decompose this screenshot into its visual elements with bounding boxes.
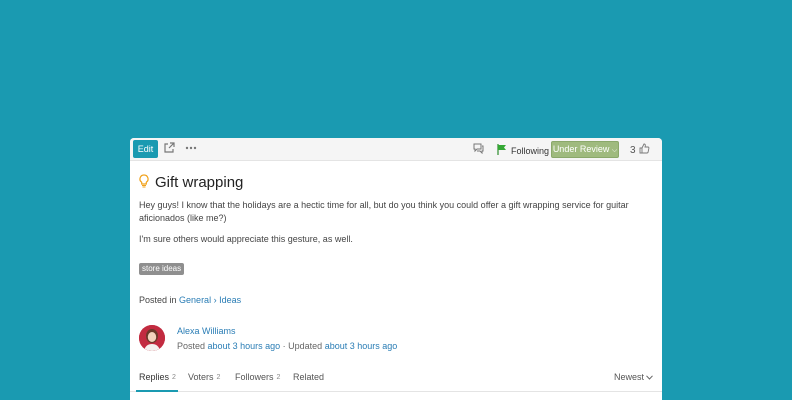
edit-button[interactable]: Edit (133, 140, 158, 158)
tag-store-ideas[interactable]: store ideas (139, 263, 185, 275)
more-options-icon[interactable] (184, 142, 200, 158)
updated-time[interactable]: about 3 hours ago (325, 341, 398, 351)
tab-count: 2 (276, 373, 281, 381)
sort-label: Newest (613, 372, 644, 382)
follow-toggle[interactable]: Following (496, 144, 549, 157)
tab-replies[interactable]: Replies 2 (139, 372, 176, 382)
thumbs-up-icon (639, 143, 650, 157)
tab-label: Related (293, 372, 325, 382)
active-tab-indicator (136, 390, 178, 392)
author-name[interactable]: Alexa Williams (177, 326, 236, 336)
category-link[interactable]: General (179, 295, 211, 305)
chevron-down-icon: ⌵ (611, 147, 618, 154)
posted-in-label: Posted in (139, 295, 177, 305)
tab-label: Voters (188, 372, 214, 382)
post-body: Hey guys! I know that the holidays are a… (139, 199, 639, 252)
idea-card: Edit Following Under Review ⌵ 3 Gift wra… (130, 138, 662, 400)
tab-label: Followers (235, 372, 274, 382)
posted-time[interactable]: about 3 hours ago (208, 341, 281, 351)
flag-icon (496, 144, 508, 157)
tab-count: 2 (216, 373, 221, 381)
status-dropdown[interactable]: Under Review ⌵ (551, 141, 619, 158)
meta-separator: · (282, 341, 286, 351)
status-label: Under Review (552, 144, 610, 154)
post-paragraph: I'm sure others would appreciate this ge… (139, 234, 353, 244)
vote-count: 3 (630, 144, 636, 156)
posted-in: Posted in General › Ideas (139, 295, 241, 305)
title-row: Gift wrapping (139, 174, 243, 191)
tab-count: 2 (172, 373, 176, 381)
author-meta: Posted about 3 hours ago · Updated about… (177, 341, 397, 351)
subcategory-link[interactable]: Ideas (219, 295, 241, 305)
post-paragraph: Hey guys! I know that the holidays are a… (139, 200, 629, 223)
tab-label: Replies (139, 372, 170, 382)
external-link-icon[interactable] (163, 142, 179, 158)
breadcrumb-separator: › (213, 295, 217, 305)
tab-followers[interactable]: Followers 2 (235, 372, 280, 382)
toolbar: Edit Following Under Review ⌵ 3 (130, 138, 662, 161)
tab-voters[interactable]: Voters 2 (188, 372, 220, 382)
comment-icon[interactable] (472, 142, 488, 158)
vote-button[interactable]: 3 (630, 143, 650, 157)
avatar[interactable] (139, 325, 165, 351)
sort-dropdown[interactable]: Newest (614, 372, 653, 382)
posted-label: Posted (177, 341, 206, 351)
chevron-down-icon (646, 372, 653, 382)
post-title: Gift wrapping (155, 174, 244, 191)
lightbulb-icon (139, 174, 149, 191)
tab-related[interactable]: Related (293, 372, 324, 382)
tab-bar: Replies 2 Voters 2 Followers 2 Related N… (130, 366, 662, 392)
following-label: Following (511, 145, 550, 156)
updated-label: Updated (288, 341, 323, 351)
